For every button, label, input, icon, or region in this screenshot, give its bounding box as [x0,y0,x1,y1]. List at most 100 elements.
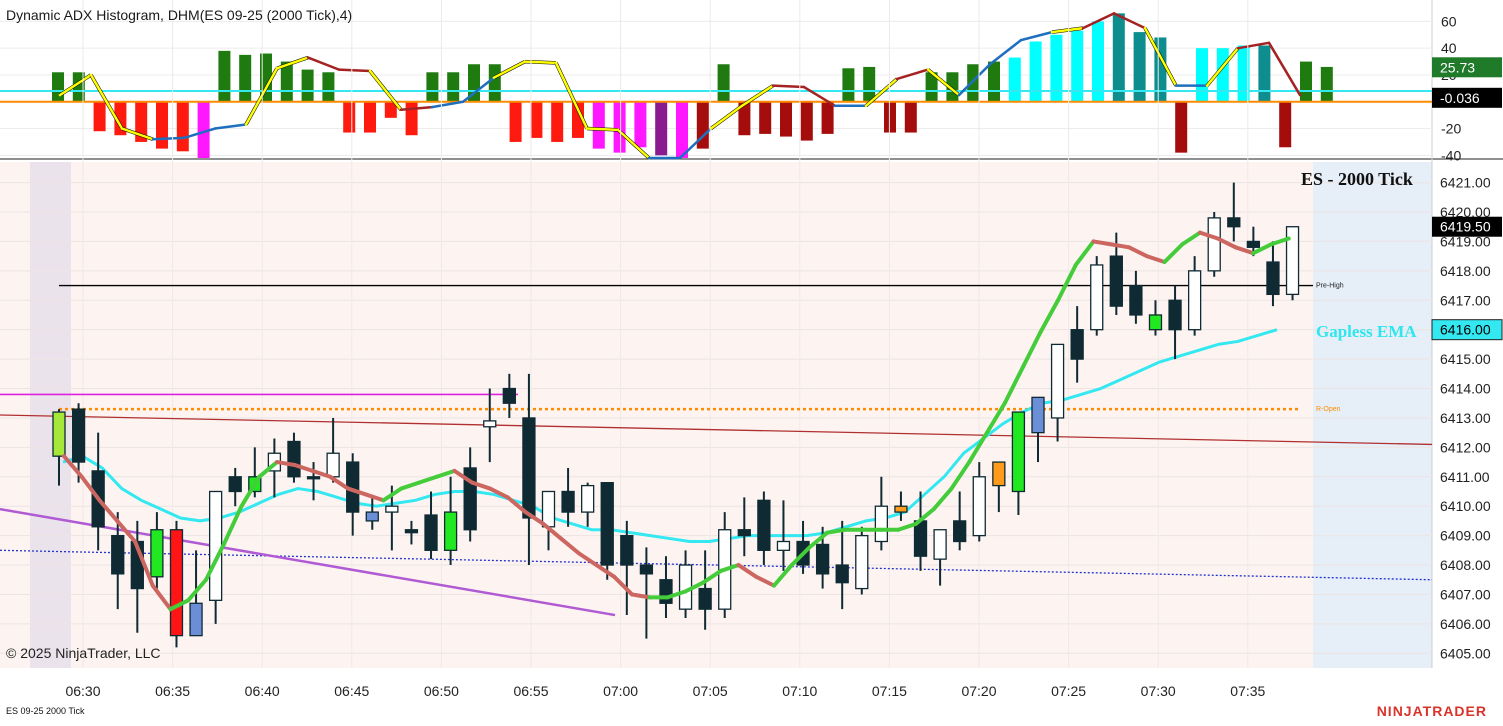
candle-body [287,440,301,478]
candle-body [1109,255,1123,307]
instrument-label: ES 09-25 2000 Tick [6,706,85,716]
time-tick-label: 07:20 [961,683,996,699]
price-tick-label: 6407.00 [1440,586,1491,602]
histogram-bar [1092,21,1104,102]
chart-canvas[interactable]: 6040200-20-4025.73-0.036Pre-HighR-Open64… [0,0,1503,721]
candle-body [228,476,242,493]
candle [600,482,614,580]
adx-segment [1019,30,1054,42]
histogram-bar [676,101,688,158]
last-price-text: 6419.50 [1440,219,1491,235]
histogram-bar [1320,66,1333,102]
adx-segment [213,123,248,130]
candle [855,526,869,595]
candle-body [385,505,399,513]
candle-body [424,514,438,551]
candle-body [620,534,634,566]
histogram-bar [1300,61,1312,102]
candle-body [1070,329,1084,360]
histogram-bar [780,101,792,137]
time-tick-label: 07:00 [603,683,638,699]
candle-body [404,529,419,534]
candle-body [933,529,947,560]
adx-segment [151,136,186,141]
histogram-bar [904,101,917,133]
histogram-bar [176,101,189,152]
time-tick-label: 06:45 [334,683,369,699]
candle-body [1207,217,1221,272]
candle-body [737,529,751,537]
candle [169,520,184,648]
candle-body [1266,261,1280,296]
candle-body [1227,217,1241,228]
candle-body [150,529,164,578]
candle [1207,212,1221,277]
time-tick-label: 07:15 [872,683,907,699]
ninjatrader-logo: NINJATRADER [1376,703,1487,719]
candle-body [1129,284,1143,316]
indicator-tick-label: 40 [1441,40,1457,56]
candle-body [1050,343,1065,419]
histogram-bar [364,101,376,133]
candle-body [776,540,791,551]
candle-body [541,490,556,528]
price-tick-label: 6410.00 [1440,498,1491,514]
candle-body [1031,396,1045,434]
time-tick-label: 06:50 [424,683,459,699]
price-tick-label: 6417.00 [1440,292,1491,308]
indicator-tick-label: -20 [1441,121,1461,137]
adx-segment [585,127,620,132]
histogram-bar [322,72,335,102]
indicator-tick-label: 60 [1441,13,1457,29]
time-tick-label: 07:10 [782,683,817,699]
candle-body [443,511,458,551]
adx-segment [523,60,558,65]
candle-body [1011,411,1026,493]
histogram-bar [447,72,460,102]
histogram-bar [1175,101,1188,153]
future-shade-right [1313,162,1432,668]
chart-root: 6040200-20-4025.73-0.036Pre-HighR-Open64… [0,0,1503,721]
candle-body [483,420,497,428]
copyright-text: © 2025 NinjaTrader, LLC [6,645,161,661]
price-tick-label: 6415.00 [1440,351,1491,367]
candle-body [815,543,830,575]
candle-body [522,417,536,519]
histogram-bar [239,54,252,102]
candle [1090,256,1104,336]
r-open-label: R-Open [1316,406,1341,413]
histogram-bar [967,64,980,102]
candle-body [639,564,654,575]
histogram-bar [218,50,231,102]
candle-body [757,499,771,551]
time-tick-label: 06:35 [155,683,190,699]
candle-body [189,602,203,637]
candle-body [953,520,967,543]
time-tick-label: 06:55 [513,683,548,699]
candle-body [659,579,673,604]
adx-value-text: 25.73 [1440,59,1475,75]
time-tick-label: 06:40 [245,683,280,699]
price-tick-label: 6411.00 [1440,469,1490,485]
histogram-bar [613,101,626,153]
histogram-bar [93,101,106,132]
candle-body [581,484,595,513]
di-value-text: -0.036 [1440,90,1480,106]
histogram-bar [863,66,876,102]
histogram-bar [717,64,730,102]
histogram-bar [634,101,647,148]
histogram-bar [301,69,314,102]
candle-body [71,408,86,463]
candle-body [561,490,575,513]
candle-body [1187,270,1202,331]
histogram-bar [1112,13,1125,102]
price-tick-label: 6409.00 [1440,528,1491,544]
histogram-bar [1258,45,1271,102]
time-tick-label: 06:30 [65,683,100,699]
candle-body [1168,299,1182,331]
histogram-bar [592,101,605,149]
histogram-bar [842,68,855,102]
candle-body [169,529,184,637]
price-tick-label: 6405.00 [1440,645,1491,661]
histogram-bar [530,101,543,138]
